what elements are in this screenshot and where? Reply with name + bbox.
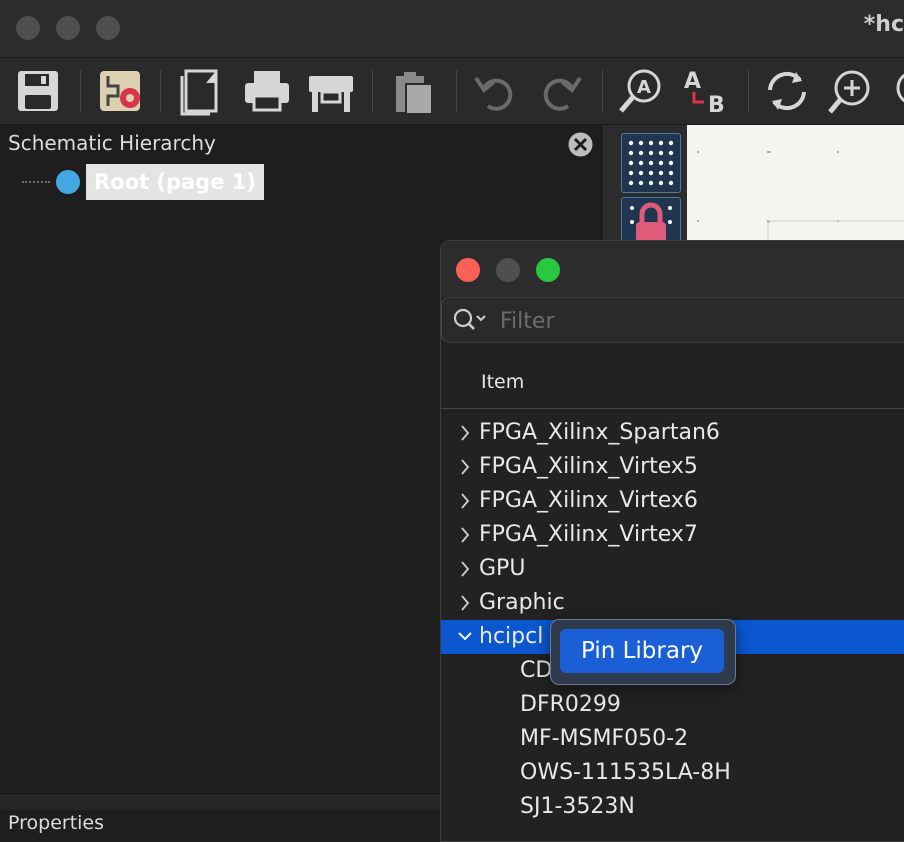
item-label: OWS-111535LA-8H [520,760,731,785]
toolbar-separator [456,70,457,112]
item-label: GPU [479,556,526,581]
panel-title: Schematic Hierarchy [8,131,216,155]
toolbar-separator [160,70,161,112]
dialog-title-bar [441,241,904,297]
save-icon[interactable] [14,66,64,116]
svg-text:B: B [708,93,725,116]
item-label: SJ1-3523N [520,794,635,819]
properties-panel-title: Properties [8,812,105,834]
plot-icon[interactable] [306,66,356,116]
item-label: FPGA_Xilinx_Virtex5 [479,454,698,479]
chevron-right-icon[interactable] [455,484,475,518]
chevron-down-icon[interactable] [455,620,475,654]
window-zoom-button[interactable] [96,16,120,40]
item-label: CD [520,658,553,683]
item-label: FPGA_Xilinx_Spartan6 [479,420,720,445]
chevron-right-icon[interactable] [455,450,475,484]
undo-icon[interactable] [470,66,520,116]
dialog-minimize-button[interactable] [496,258,520,282]
library-item[interactable]: GPU [441,552,904,586]
column-header-item[interactable]: Item [481,371,524,393]
toolbar-separator [748,70,749,112]
symbol-item[interactable]: SJ1-3523N [441,790,904,824]
zoom-in-icon[interactable] [826,66,876,116]
main-title-bar: *hc [0,0,904,58]
chevron-right-icon[interactable] [455,552,475,586]
grid-icon[interactable] [621,133,681,193]
filter-input[interactable] [498,304,902,338]
symbol-chooser-dialog: Item FPGA_Xilinx_Spartan6 FPGA_Xilinx_Vir… [440,240,904,842]
window-minimize-button[interactable] [56,16,80,40]
toolbar-separator [80,70,81,112]
item-label: MF-MSMF050-2 [520,726,689,751]
refresh-icon[interactable] [762,66,812,116]
redo-icon[interactable] [536,66,586,116]
window-close-button[interactable] [16,16,40,40]
svg-text:A: A [637,77,651,98]
sheet-icon [56,170,80,194]
context-menu: Pin Library [550,619,736,685]
symbol-item[interactable]: MF-MSMF050-2 [441,722,904,756]
item-label: hcipcl [479,624,544,649]
window-title: *hc [863,12,904,37]
symbol-item[interactable]: DFR0299 [441,688,904,722]
svg-text:A: A [684,69,701,94]
toolbar-separator [602,70,603,112]
item-label: Graphic [479,590,565,615]
main-toolbar: A AB [0,58,904,125]
chevron-right-icon[interactable] [455,586,475,620]
zoom-out-icon[interactable] [888,66,904,116]
toolbar-separator [372,70,373,112]
tree-connector [22,181,50,183]
chevron-right-icon[interactable] [455,416,475,450]
library-item[interactable]: FPGA_Xilinx_Spartan6 [441,416,904,450]
schematic-setup-icon[interactable] [96,66,146,116]
paste-icon[interactable] [390,66,440,116]
find-icon[interactable]: A [616,66,666,116]
root-sheet-item[interactable]: Root (page 1) [86,164,264,200]
horizontal-scrollbar[interactable] [0,795,440,810]
print-icon[interactable] [242,66,292,116]
library-item[interactable]: Graphic [441,586,904,620]
dialog-close-button[interactable] [456,258,480,282]
library-item[interactable]: FPGA_Xilinx_Virtex6 [441,484,904,518]
filter-bar [441,297,904,343]
item-label: FPGA_Xilinx_Virtex6 [479,488,698,513]
symbol-item[interactable]: OWS-111535LA-8H [441,756,904,790]
library-item[interactable]: FPGA_Xilinx_Virtex5 [441,450,904,484]
item-label: FPGA_Xilinx_Virtex7 [479,522,698,547]
page-settings-icon[interactable] [176,66,226,116]
search-icon[interactable] [452,306,488,334]
pin-library-menu-item[interactable]: Pin Library [560,629,724,673]
item-label: DFR0299 [520,692,621,717]
chevron-right-icon[interactable] [455,518,475,552]
find-replace-icon[interactable]: AB [682,66,732,118]
close-icon[interactable] [567,131,594,158]
dialog-zoom-button[interactable] [536,258,560,282]
library-item[interactable]: FPGA_Xilinx_Virtex7 [441,518,904,552]
